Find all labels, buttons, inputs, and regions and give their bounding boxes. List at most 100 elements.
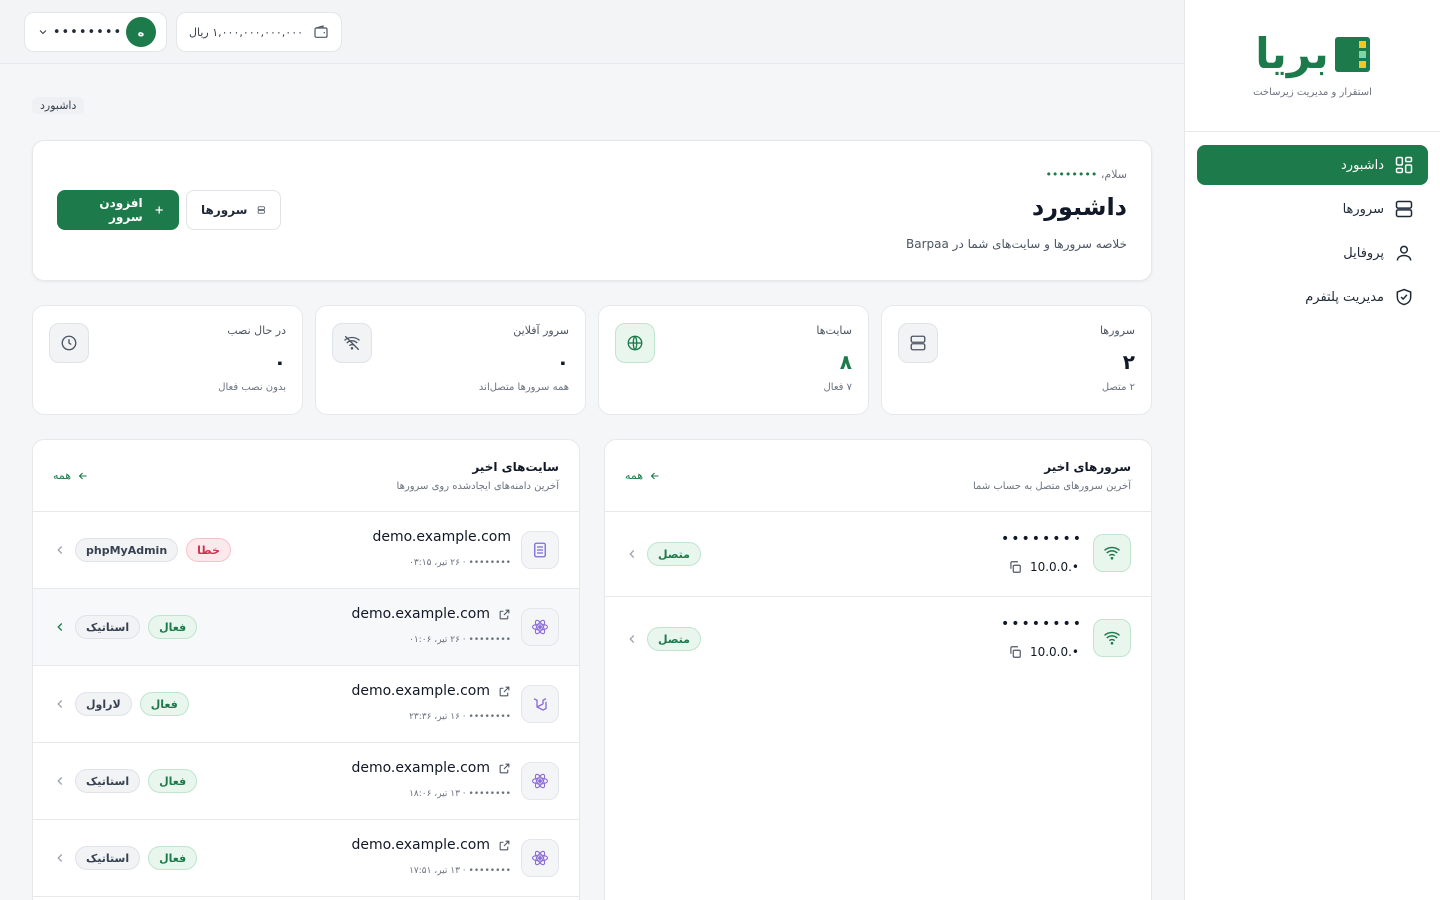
site-domain: demo.example.com <box>351 837 511 853</box>
site-row[interactable]: demo.example.com •••••••• · ۱۶ تیر، ۲۳:۳… <box>33 666 579 743</box>
sidebar-nav: داشبورد سرورها پروفایل مدیریت پلتفرم <box>1185 132 1440 334</box>
sidebar-item-servers[interactable]: سرورها <box>1197 189 1428 229</box>
copy-icon[interactable] <box>1008 645 1022 659</box>
site-type-badge: phpMyAdmin <box>75 538 179 562</box>
brand: بریا استقرار و مدیریت زیرساخت <box>1185 0 1440 132</box>
site-badges: استاتیک فعال <box>75 769 198 793</box>
status-badge: متصل <box>647 627 701 651</box>
wallet-balance[interactable]: ۱,۰۰۰,۰۰۰,۰۰۰,۰۰۰ ریال <box>176 12 342 52</box>
sidebar-item-dashboard[interactable]: داشبورد <box>1197 145 1428 185</box>
stat-card-offline-servers: سرور آفلاین ۰ همه سرورها متصل‌اند <box>315 305 586 415</box>
stat-value: ۰ <box>273 350 286 374</box>
page-description: خلاصه سرورها و سایت‌های شما در Barpaa <box>906 237 1127 251</box>
site-meta: •••••••• · ۱۶ تیر، ۲۳:۳۶ <box>409 712 511 722</box>
logo-mark-icon <box>1334 36 1370 72</box>
server-icon <box>898 323 938 363</box>
sidebar: بریا استقرار و مدیریت زیرساخت داشبورد سر… <box>1184 0 1440 900</box>
arrow-left-icon <box>650 472 659 479</box>
stat-sub: بدون نصب فعال <box>218 382 286 393</box>
stat-card-sites: سایت‌ها ۸ ۷ فعال <box>598 305 869 415</box>
site-row[interactable]: demo.example.com •••••••• · ۱۳ تیر، ۱۸:۰… <box>33 743 579 820</box>
external-link-icon[interactable] <box>498 608 511 621</box>
stat-sub: ۷ فعال <box>823 382 852 393</box>
recent-servers-panel: سرورهای اخیر آخرین سرورهای متصل به حساب … <box>604 439 1152 900</box>
external-link-icon[interactable] <box>498 762 511 775</box>
grid-icon <box>1395 156 1413 174</box>
logo-text: بریا <box>1255 29 1329 78</box>
stat-card-installing: در حال نصب ۰ بدون نصب فعال <box>32 305 303 415</box>
avatar: ه <box>126 17 156 47</box>
chevron-left-icon <box>629 550 635 558</box>
chevron-left-icon <box>629 635 635 643</box>
stat-value: ۲ <box>1122 350 1135 374</box>
server-row[interactable]: •••••••• 10.0.0.• متصل <box>605 597 1151 682</box>
site-meta: •••••••• · ۱۳ تیر، ۱۷:۵۱ <box>409 866 511 876</box>
servers-button-label: سرورها <box>201 203 248 217</box>
panel-title: سرورهای اخیر <box>1044 460 1131 474</box>
sidebar-item-profile[interactable]: پروفایل <box>1197 233 1428 273</box>
greeting-name: •••••••• <box>1045 168 1098 181</box>
server-name: •••••••• <box>1000 531 1083 547</box>
site-row[interactable]: demo.example.com •••••••• · ۲۶ تیر، ۰۱:۰… <box>33 589 579 666</box>
database-icon <box>521 531 559 569</box>
site-domain-text: demo.example.com <box>351 683 490 699</box>
add-server-button-label: افزودن سرور <box>99 196 143 224</box>
chevron-left-icon <box>57 546 63 554</box>
server-badges: متصل <box>647 627 701 651</box>
server-ip: 10.0.0.• <box>1008 645 1079 659</box>
user-name: •••••••• <box>52 24 123 40</box>
wifi-icon <box>1093 534 1131 572</box>
stat-sub: همه سرورها متصل‌اند <box>478 382 569 393</box>
breadcrumb: داشبورد <box>32 97 85 114</box>
view-all-label: همه <box>53 469 72 482</box>
site-type-badge: لاراول <box>75 692 132 716</box>
server-ip-text: 10.0.0.• <box>1029 645 1079 659</box>
external-link-icon[interactable] <box>498 839 511 852</box>
status-badge: خطا <box>186 538 231 562</box>
chevron-left-icon <box>57 854 63 862</box>
server-ip: 10.0.0.• <box>1008 560 1079 574</box>
server-badges: متصل <box>647 542 701 566</box>
wifi-off-icon <box>332 323 372 363</box>
server-ip-text: 10.0.0.• <box>1029 560 1079 574</box>
server-row[interactable]: •••••••• 10.0.0.• متصل <box>605 512 1151 597</box>
sidebar-item-label: مدیریت پلتفرم <box>1305 289 1384 305</box>
site-domain-text: demo.example.com <box>351 606 490 622</box>
brand-tagline: استقرار و مدیریت زیرساخت <box>1253 87 1372 98</box>
greeting-text: سلام، <box>1100 168 1127 181</box>
site-badges: استاتیک فعال <box>75 846 198 870</box>
status-badge: فعال <box>148 769 198 793</box>
panel-header: سایت‌های اخیر آخرین دامنه‌های ایجادشده ر… <box>33 440 579 512</box>
user-icon <box>1396 245 1412 261</box>
panel-title: سایت‌های اخیر <box>472 460 559 474</box>
copy-icon[interactable] <box>1008 560 1022 574</box>
server-name: •••••••• <box>1000 616 1083 632</box>
view-all-label: همه <box>625 469 644 482</box>
view-all-sites-link[interactable]: همه <box>53 469 89 482</box>
site-type-badge: استاتیک <box>75 615 141 639</box>
topbar: ه •••••••• ۱,۰۰۰,۰۰۰,۰۰۰,۰۰۰ ریال <box>0 0 1184 64</box>
site-row[interactable]: demo.example.com •••••••• · ۱۳ تیر، ۱۷:۵… <box>33 820 579 897</box>
user-menu[interactable]: ه •••••••• <box>24 12 167 52</box>
wallet-amount: ۱,۰۰۰,۰۰۰,۰۰۰,۰۰۰ ریال <box>189 25 304 39</box>
site-meta: •••••••• · ۲۶ تیر، ۰۳:۱۵ <box>409 558 511 568</box>
status-badge: فعال <box>139 692 189 716</box>
panel-subtitle: آخرین سرورهای متصل به حساب شما <box>972 481 1131 492</box>
site-type-badge: استاتیک <box>75 769 141 793</box>
stat-sub: ۲ متصل <box>1101 382 1135 393</box>
site-meta: •••••••• · ۱۳ تیر، ۱۸:۰۶ <box>409 789 511 799</box>
external-link-icon[interactable] <box>498 685 511 698</box>
recent-sites-panel: سایت‌های اخیر آخرین دامنه‌های ایجادشده ر… <box>32 439 580 900</box>
site-domain: demo.example.com <box>351 683 511 699</box>
sidebar-item-label: سرورها <box>1342 201 1384 217</box>
logo[interactable]: بریا <box>1255 29 1370 78</box>
site-row[interactable]: demo.example.com •••••••• · ۲۶ تیر، ۰۳:۱… <box>33 512 579 589</box>
add-server-button[interactable]: افزودن سرور <box>57 190 179 230</box>
servers-button[interactable]: سرورها <box>186 190 281 230</box>
server-icon <box>1395 200 1413 218</box>
sidebar-item-platform-management[interactable]: مدیریت پلتفرم <box>1197 277 1428 317</box>
stat-label: سرور آفلاین <box>513 324 569 337</box>
stat-card-servers: سرورها ۲ ۲ متصل <box>881 305 1152 415</box>
view-all-servers-link[interactable]: همه <box>625 469 661 482</box>
react-icon <box>521 839 559 877</box>
